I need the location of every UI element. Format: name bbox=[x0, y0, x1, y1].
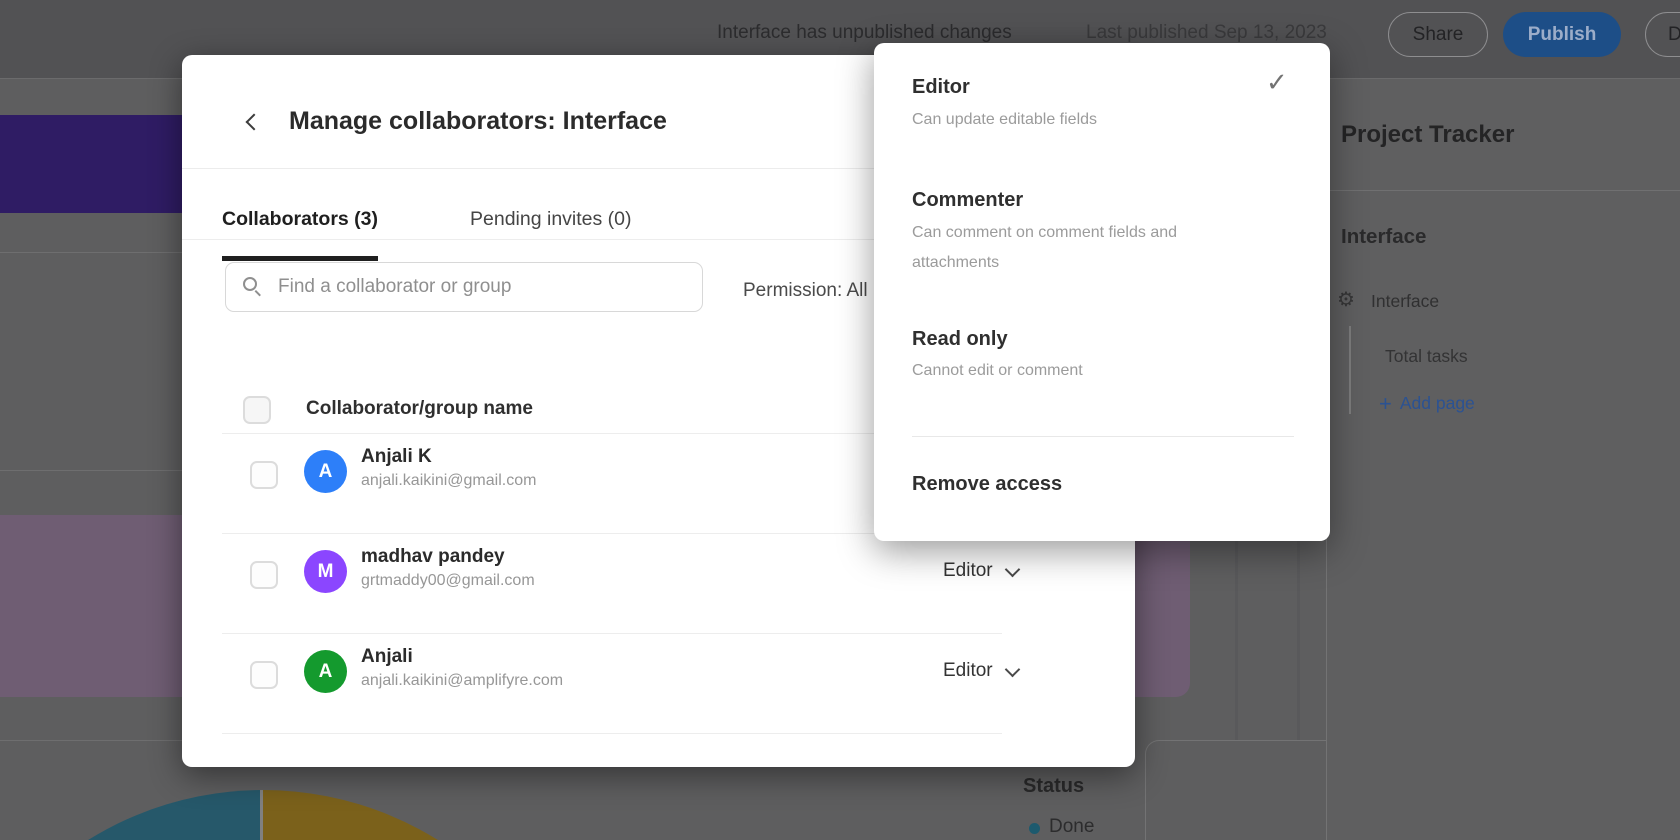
add-page-button[interactable]: + Add page bbox=[1379, 393, 1475, 414]
collaborator-email: grtmaddy00@gmail.com bbox=[361, 572, 535, 590]
menu-option-commenter-desc: Can comment on comment fields and attach… bbox=[912, 218, 1232, 278]
add-page-label: Add page bbox=[1400, 393, 1475, 414]
menu-option-editor-desc: Can update editable fields bbox=[912, 105, 1232, 135]
chevron-down-icon bbox=[1004, 562, 1020, 578]
chevron-down-icon bbox=[1004, 662, 1020, 678]
menu-option-read-only[interactable]: Read only bbox=[912, 328, 1008, 351]
search-input[interactable] bbox=[225, 262, 703, 312]
legend-item-done: Done bbox=[1029, 816, 1094, 838]
permission-select[interactable]: Editor bbox=[943, 660, 1018, 682]
collaborator-email: anjali.kaikini@amplifyre.com bbox=[361, 672, 563, 690]
pages-sidebar: Project Tracker Interface ⚙ Interface To… bbox=[1326, 79, 1680, 840]
collaborator-email: anjali.kaikini@gmail.com bbox=[361, 472, 536, 490]
legend-dot bbox=[1029, 823, 1040, 834]
pie-slice-divider bbox=[260, 790, 263, 840]
plus-icon: + bbox=[1379, 394, 1392, 414]
menu-option-editor[interactable]: Editor bbox=[912, 76, 970, 99]
unpublished-changes-text: Interface has unpublished changes bbox=[717, 22, 1012, 44]
avatar: M bbox=[304, 550, 347, 593]
permission-dropdown-menu: Editor ✓ Can update editable fields Comm… bbox=[874, 43, 1330, 541]
column-header: Collaborator/group name bbox=[306, 398, 533, 420]
adjacent-card-corner bbox=[1145, 740, 1326, 840]
collaborator-row: A Anjali anjali.kaikini@amplifyre.com Ed… bbox=[182, 633, 1135, 733]
tab-pending-invites[interactable]: Pending invites (0) bbox=[470, 208, 632, 231]
status-pie-chart bbox=[0, 790, 594, 840]
sidebar-divider bbox=[1327, 190, 1680, 191]
modal-title: Manage collaborators: Interface bbox=[289, 107, 667, 136]
permission-value: Editor bbox=[943, 560, 993, 582]
tree-indent-line bbox=[1349, 326, 1351, 414]
collaborator-name: madhav pandey bbox=[361, 546, 505, 568]
sidebar-item-interface[interactable]: Interface bbox=[1371, 291, 1439, 312]
app-title: Project Tracker bbox=[1341, 121, 1514, 149]
permission-filter[interactable]: Permission: All bbox=[743, 280, 868, 302]
check-icon: ✓ bbox=[1266, 67, 1288, 98]
collaborator-name: Anjali bbox=[361, 646, 413, 668]
select-all-checkbox[interactable] bbox=[243, 396, 271, 424]
tab-collaborators[interactable]: Collaborators (3) bbox=[222, 208, 378, 261]
back-chevron-icon[interactable] bbox=[246, 114, 263, 131]
menu-option-read-only-desc: Cannot edit or comment bbox=[912, 356, 1232, 386]
menu-divider bbox=[912, 436, 1294, 437]
share-button[interactable]: Share bbox=[1388, 12, 1488, 57]
menu-option-commenter[interactable]: Commenter bbox=[912, 189, 1023, 212]
collaborator-row: M madhav pandey grtmaddy00@gmail.com Edi… bbox=[182, 533, 1135, 633]
menu-option-remove-access[interactable]: Remove access bbox=[912, 473, 1062, 496]
collaborator-name: Anjali K bbox=[361, 446, 432, 468]
partial-button[interactable]: D bbox=[1645, 12, 1680, 57]
avatar: A bbox=[304, 450, 347, 493]
row-checkbox[interactable] bbox=[250, 461, 278, 489]
avatar: A bbox=[304, 650, 347, 693]
row-checkbox[interactable] bbox=[250, 561, 278, 589]
last-published-text: Last published Sep 13, 2023 bbox=[1086, 22, 1327, 44]
permission-value: Editor bbox=[943, 660, 993, 682]
legend-label: Done bbox=[1049, 816, 1094, 838]
publish-button[interactable]: Publish bbox=[1503, 12, 1621, 57]
sidebar-item-total-tasks[interactable]: Total tasks bbox=[1385, 346, 1468, 367]
interface-section-title: Interface bbox=[1341, 225, 1426, 249]
search-icon bbox=[243, 277, 257, 291]
row-divider bbox=[222, 733, 1002, 734]
interface-gear-icon: ⚙ bbox=[1337, 287, 1355, 312]
legend-title: Status bbox=[1023, 775, 1084, 798]
row-checkbox[interactable] bbox=[250, 661, 278, 689]
permission-select[interactable]: Editor bbox=[943, 560, 1018, 582]
